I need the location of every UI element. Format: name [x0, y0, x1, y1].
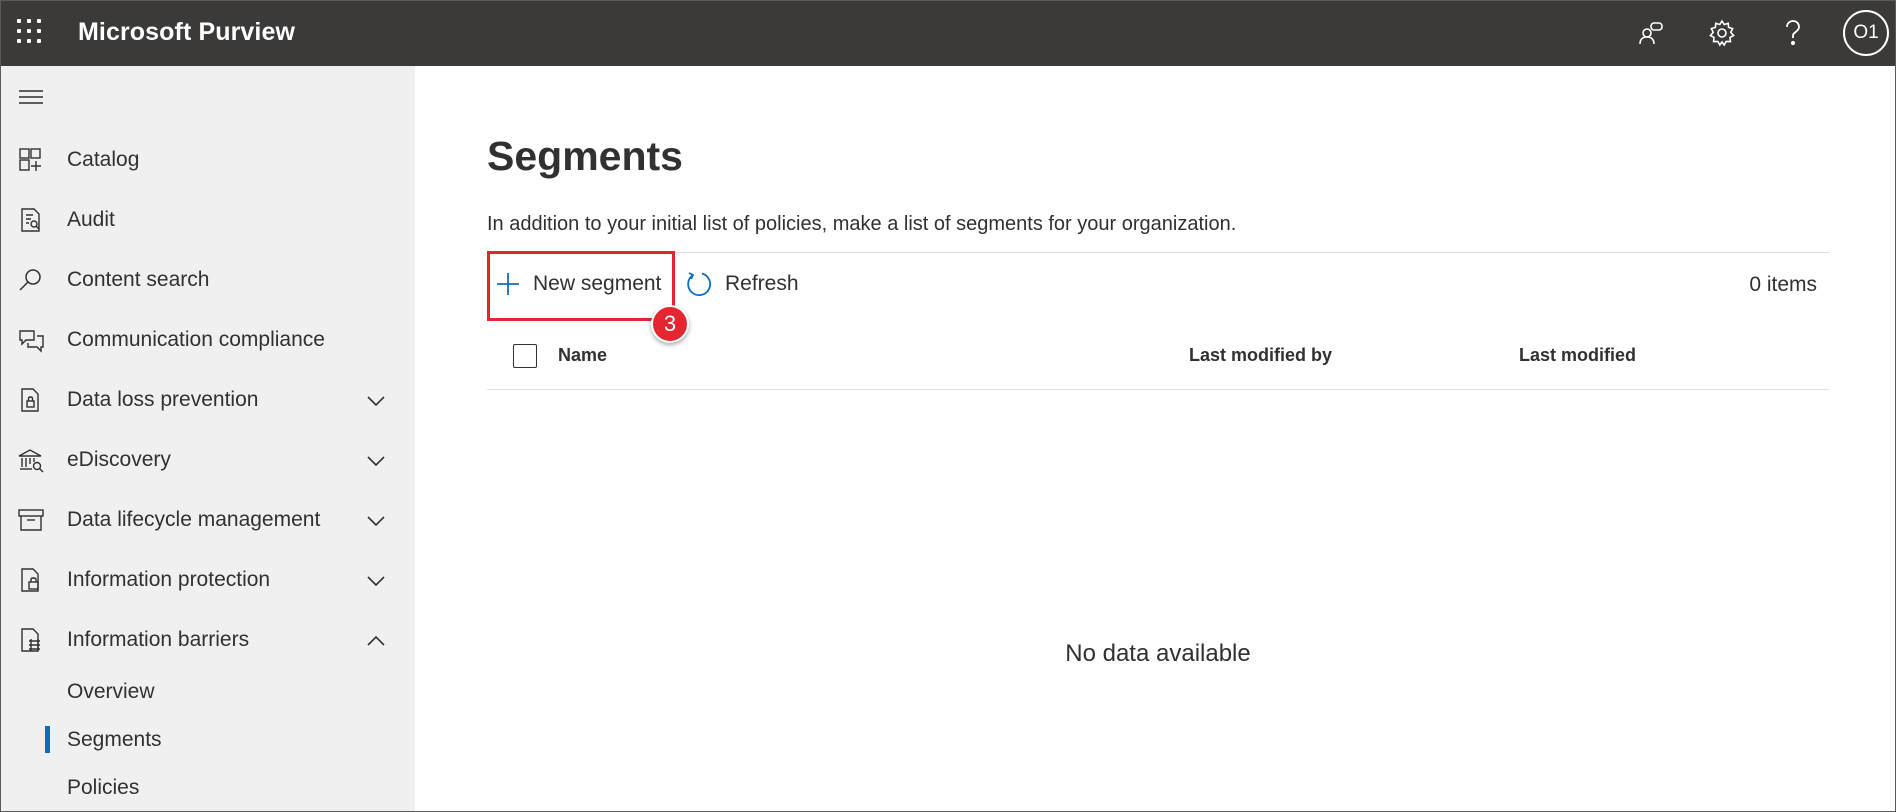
app-title[interactable]: Microsoft Purview	[78, 18, 295, 47]
sidebar-subitem-label: Segments	[67, 728, 162, 751]
page-title: Segments	[487, 133, 683, 179]
sidebar-item-data-lifecycle-management[interactable]: Data lifecycle management	[1, 492, 415, 548]
item-count: 0 items	[1749, 273, 1817, 296]
main-content: Segments In addition to your initial lis…	[415, 66, 1895, 811]
sidebar-item-label: Communication compliance	[67, 328, 325, 351]
top-bar: Microsoft Purview O1	[1, 1, 1895, 66]
lock-doc-icon	[21, 568, 39, 592]
sidebar-item-information-protection[interactable]: Information protection	[1, 552, 415, 608]
sidebar-item-label: eDiscovery	[67, 448, 171, 471]
new-segment-button[interactable]: New segment	[495, 258, 661, 310]
hamburger-menu-icon[interactable]	[19, 90, 45, 110]
sidebar-item-ediscovery[interactable]: eDiscovery	[1, 432, 415, 488]
chevron-up-icon[interactable]	[365, 630, 387, 652]
chevron-down-icon[interactable]	[365, 570, 387, 592]
sidebar-subitem-overview[interactable]: Overview	[1, 668, 415, 712]
sidebar-item-content-search[interactable]: Content search	[1, 252, 415, 308]
select-all-checkbox[interactable]	[513, 344, 537, 368]
column-header-last-modified-by[interactable]: Last modified by	[1189, 345, 1332, 366]
sidebar-item-label: Data lifecycle management	[67, 508, 321, 531]
sidebar-subitem-label: Overview	[67, 680, 155, 703]
sidebar-item-audit[interactable]: Audit	[1, 192, 415, 248]
sidebar: Catalog Audit Content search Communicati…	[1, 66, 415, 811]
sidebar-item-label: Data loss prevention	[67, 388, 259, 411]
bank-icon	[18, 449, 44, 473]
refresh-icon	[687, 272, 712, 296]
barrier-icon	[21, 628, 40, 652]
community-icon[interactable]	[1632, 14, 1670, 52]
chevron-down-icon[interactable]	[365, 390, 387, 412]
chevron-down-icon[interactable]	[365, 510, 387, 532]
sidebar-item-catalog[interactable]: Catalog	[1, 132, 415, 188]
refresh-label: Refresh	[725, 272, 799, 295]
help-icon[interactable]	[1774, 14, 1812, 52]
sidebar-subitem-segments[interactable]: Segments	[1, 716, 415, 760]
divider	[487, 252, 1829, 253]
sidebar-item-data-loss-prevention[interactable]: Data loss prevention	[1, 372, 415, 428]
sidebar-item-label: Information barriers	[67, 628, 250, 651]
chat-icon	[19, 330, 44, 353]
new-segment-label: New segment	[533, 272, 662, 295]
sidebar-item-communication-compliance[interactable]: Communication compliance	[1, 312, 415, 368]
plus-icon	[497, 273, 519, 295]
audit-icon	[21, 208, 40, 232]
chevron-down-icon[interactable]	[365, 450, 387, 472]
refresh-button[interactable]: Refresh	[685, 258, 799, 310]
sidebar-subitem-label: Policies	[67, 776, 140, 799]
sidebar-item-information-barriers[interactable]: Information barriers	[1, 612, 415, 668]
page-description: In addition to your initial list of poli…	[487, 213, 1237, 235]
column-header-last-modified[interactable]: Last modified	[1519, 345, 1636, 366]
empty-state-text: No data available	[1065, 640, 1251, 667]
dlp-icon	[21, 388, 39, 412]
selected-indicator	[45, 726, 50, 753]
sidebar-subitem-policies[interactable]: Policies	[1, 764, 415, 808]
sidebar-item-label: Audit	[67, 208, 115, 231]
catalog-icon	[19, 148, 41, 171]
gear-icon[interactable]	[1703, 14, 1741, 52]
sidebar-item-label: Content search	[67, 268, 210, 291]
archive-icon	[18, 509, 44, 531]
app-window: Microsoft Purview O1 Catalog Audit Conte…	[0, 0, 1896, 812]
table-header: Name Last modified by Last modified	[487, 322, 1829, 390]
avatar[interactable]: O1	[1843, 10, 1889, 56]
app-launcher-icon[interactable]	[15, 17, 43, 45]
column-header-name[interactable]: Name	[558, 345, 607, 366]
sidebar-item-label: Information protection	[67, 568, 271, 591]
sidebar-item-label: Catalog	[67, 148, 140, 171]
search-icon	[19, 269, 41, 291]
